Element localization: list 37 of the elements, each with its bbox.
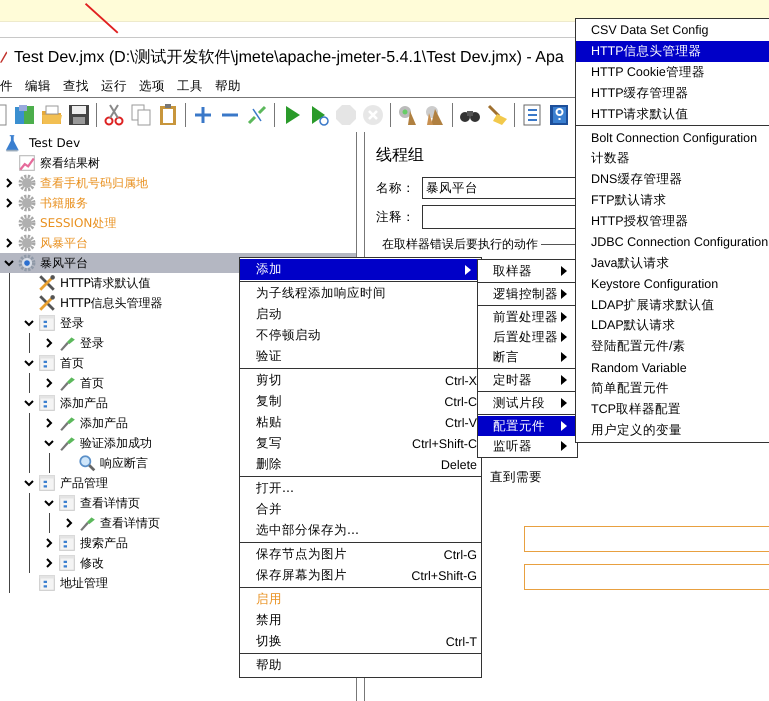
- shortcut-label: Ctrl-G: [444, 548, 477, 562]
- tree-item-label: 查看详情页: [100, 514, 160, 532]
- tree-item-label: 风暴平台: [40, 234, 88, 252]
- tree-item-label: 查看详情页: [80, 494, 140, 512]
- tree-item-label: 添加产品: [60, 394, 108, 412]
- window-title: Test Dev.jmx (D:\测试开发软件\jmete\apache-jmeter-5.4.1\Test Dev.jmx) - Apa: [14, 48, 564, 68]
- field-label: 注释：: [376, 208, 416, 226]
- tree-item-label: 登录: [60, 314, 84, 332]
- tree-item-label: 添加产品: [80, 414, 128, 432]
- tree-item-label: 查看手机号码归属地: [40, 174, 148, 192]
- shortcut-label: Ctrl-X: [445, 374, 477, 388]
- tree-item-label: 产品管理: [60, 474, 108, 492]
- tree-item-label: 登录: [80, 334, 104, 352]
- field-label: 名称：: [376, 180, 416, 196]
- tree-item-label: 响应断言: [100, 454, 148, 472]
- tree-item-label: 搜索产品: [80, 534, 128, 552]
- shortcut-label: Delete: [440, 458, 477, 472]
- section-legend: 在取样器错误后要执行的动作: [382, 236, 538, 253]
- tree-item-label: 书籍服务: [40, 194, 88, 212]
- tree-item-label: 首页: [80, 374, 104, 392]
- tree-item-label: Test Dev: [29, 136, 80, 150]
- panel-heading: 线程组: [376, 145, 424, 166]
- tree-item-label: 验证添加成功: [80, 434, 152, 452]
- tree-item-label: SESSION处理: [40, 214, 116, 232]
- tree-item-label: HTTP请求默认值: [60, 274, 151, 292]
- shortcut-label: Ctrl-V: [445, 416, 477, 430]
- shortcut-label: Ctrl+Shift-C: [412, 436, 477, 450]
- tree-item-label: HTTP信息头管理器: [60, 294, 163, 312]
- shortcut-label: Ctrl-C: [444, 394, 477, 408]
- tree-item-label: 察看结果树: [40, 154, 100, 172]
- tree-item-label: 暴风平台: [40, 254, 88, 272]
- option-label: 直到需要: [490, 469, 542, 484]
- tree-item-label: 地址管理: [60, 574, 108, 592]
- shortcut-label: Ctrl+Shift-G: [411, 568, 477, 582]
- tree-item-label: 修改: [80, 554, 104, 572]
- shortcut-label: Ctrl-T: [446, 634, 477, 648]
- tree-item-label: 首页: [60, 354, 84, 372]
